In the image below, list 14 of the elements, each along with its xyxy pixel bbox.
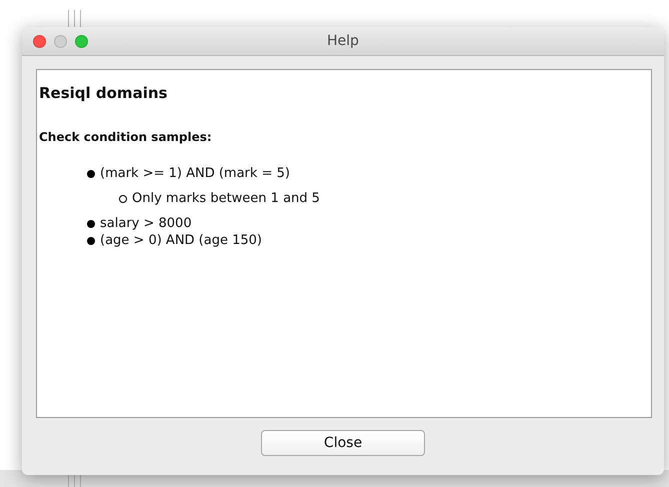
help-subheading: Check condition samples: [39, 130, 213, 144]
list-item: Only marks between 1 and 5 [132, 191, 320, 206]
list-item: (mark >= 1) AND (mark = 5) [100, 166, 290, 181]
bullet-icon [87, 170, 95, 178]
close-button[interactable]: Close [261, 430, 425, 456]
close-window-button[interactable] [33, 34, 46, 48]
bullet-icon [87, 220, 95, 228]
bullet-icon [119, 194, 127, 202]
help-heading: Resiql domains [39, 84, 168, 102]
list-item: salary > 8000 [100, 216, 192, 231]
zoom-window-button[interactable] [75, 34, 88, 48]
list-item: (age > 0) AND (age 150) [100, 233, 262, 248]
window-title: Help [327, 33, 359, 49]
bullet-icon [87, 236, 95, 244]
